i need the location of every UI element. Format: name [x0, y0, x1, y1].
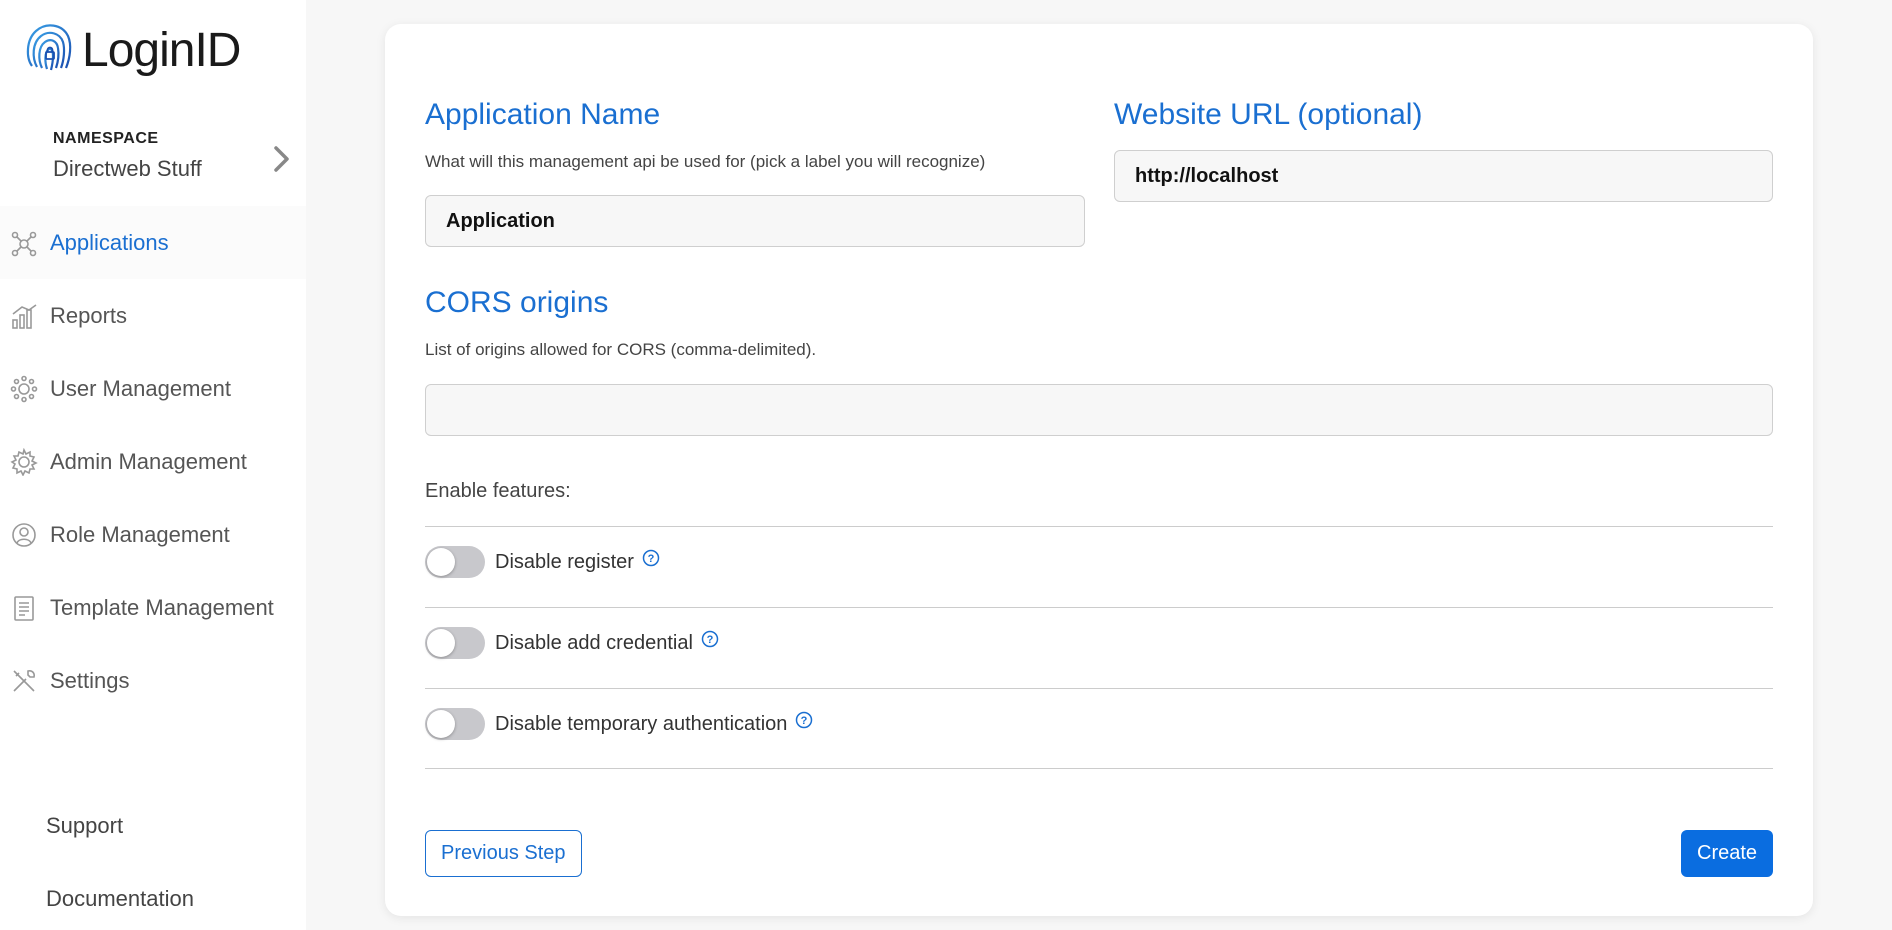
help-icon[interactable]: ? [701, 630, 719, 648]
user-management-icon [10, 375, 38, 402]
disable-register-toggle[interactable] [425, 546, 485, 578]
previous-step-button[interactable]: Previous Step [425, 830, 582, 877]
footer-links: Support Documentation [46, 808, 194, 930]
logo[interactable]: LoginID [24, 18, 241, 82]
disable-add-credential-toggle[interactable] [425, 627, 485, 659]
sidebar-item-settings[interactable]: Settings [0, 644, 306, 717]
svg-text:?: ? [707, 634, 714, 646]
toggle-knob [427, 548, 455, 576]
help-icon[interactable]: ? [795, 711, 813, 729]
website-url-input[interactable] [1114, 150, 1773, 202]
documentation-link[interactable]: Documentation [46, 881, 194, 930]
admin-management-icon [10, 447, 38, 476]
namespace-selector[interactable]: NAMESPACE Directweb Stuff [53, 130, 293, 182]
disable-temporary-authentication-toggle[interactable] [425, 708, 485, 740]
sidebar-item-label: User Management [50, 375, 231, 401]
toggle-knob [427, 629, 455, 657]
sidebar-item-label: Template Management [50, 594, 274, 620]
help-icon[interactable]: ? [642, 549, 660, 567]
support-link[interactable]: Support [46, 808, 194, 881]
chevron-right-icon[interactable] [270, 144, 294, 174]
divider [425, 526, 1773, 527]
svg-text:?: ? [801, 715, 808, 727]
enable-features-label: Enable features: [425, 480, 571, 502]
create-button[interactable]: Create [1681, 830, 1774, 877]
namespace-value: Directweb Stuff [53, 156, 202, 181]
svg-text:?: ? [648, 553, 655, 565]
feature-row-disable-temporary-authentication: Disable temporary authentication ? [425, 708, 813, 740]
feature-label: Disable temporary authentication [495, 712, 788, 735]
settings-icon [13, 669, 35, 692]
application-name-title: Application Name [425, 98, 661, 131]
reports-icon [12, 303, 37, 329]
sidebar-item-label: Applications [50, 229, 169, 255]
sidebar-item-role-management[interactable]: Role Management [0, 498, 306, 571]
cors-origins-help: List of origins allowed for CORS (comma-… [425, 340, 817, 359]
sidebar-item-admin-management[interactable]: Admin Management [0, 425, 306, 498]
feature-row-disable-register: Disable register ? [425, 546, 660, 578]
sidebar-item-label: Reports [50, 302, 128, 328]
feature-label: Disable add credential [495, 631, 693, 654]
role-management-icon [12, 522, 36, 547]
application-name-input[interactable] [425, 195, 1085, 247]
divider [425, 768, 1773, 769]
sidebar-item-label: Settings [50, 667, 130, 693]
feature-label: Disable register [495, 550, 634, 573]
sidebar-item-user-management[interactable]: User Management [0, 352, 306, 425]
sidebar-item-applications[interactable]: Applications [0, 206, 306, 279]
cors-origins-title: CORS origins [425, 286, 609, 319]
toggle-knob [427, 710, 455, 738]
application-name-help: What will this management api be used fo… [425, 152, 986, 171]
template-management-icon [14, 595, 34, 621]
divider [425, 688, 1773, 689]
sidebar-item-label: Role Management [50, 521, 230, 547]
main-nav: Applications Reports User Management Adm… [0, 206, 306, 717]
sidebar: LoginID NAMESPACE Directweb Stuff Applic… [0, 0, 306, 930]
website-url-title: Website URL (optional) [1114, 98, 1423, 131]
create-application-form: Application Name What will this manageme… [385, 24, 1813, 916]
fingerprint-logo-icon [26, 24, 72, 71]
logo-text: LoginID [82, 23, 241, 77]
cors-origins-input[interactable] [425, 384, 1773, 436]
sidebar-item-reports[interactable]: Reports [0, 279, 306, 352]
sidebar-item-label: Admin Management [50, 448, 247, 474]
feature-row-disable-add-credential: Disable add credential ? [425, 627, 719, 659]
applications-icon [11, 231, 37, 256]
sidebar-item-template-management[interactable]: Template Management [0, 571, 306, 644]
namespace-label: NAMESPACE [53, 130, 159, 147]
divider [425, 607, 1773, 608]
